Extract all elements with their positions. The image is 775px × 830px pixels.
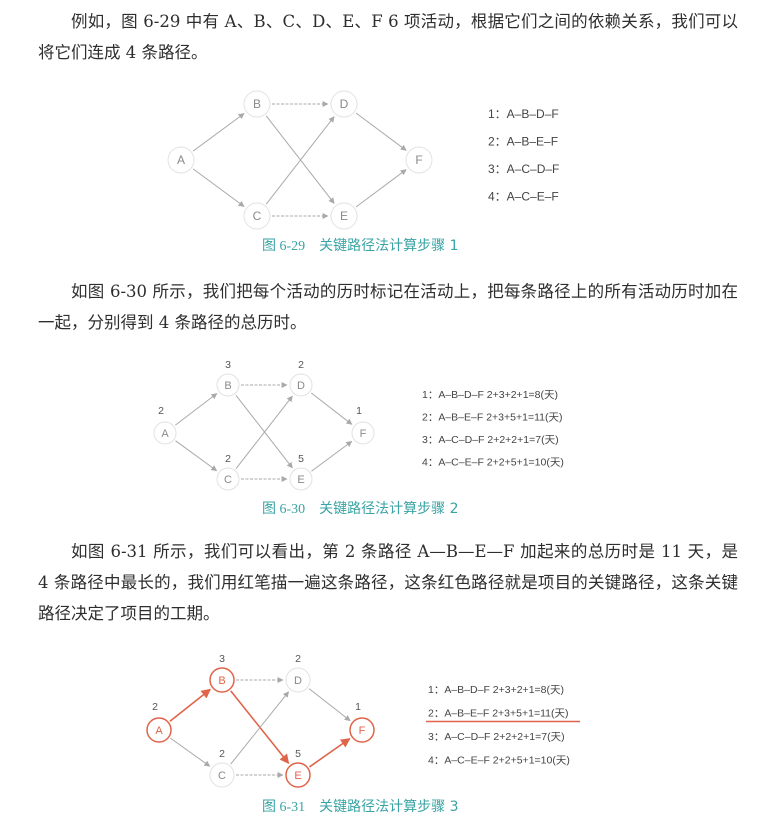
edge-A-B [169,688,212,722]
figure-6-31-diagram: A 2 B 3 C 2 D 2 E 5 F 1 1：A–B–D–F 2+3+2+1=8(天) 2：A–B–… [146,653,580,788]
node-A-label: A [155,725,163,737]
figure-title: 关键路径法计算步骤 3 [319,799,459,815]
node-F-duration: 1 [355,701,361,713]
node-E-duration: 5 [295,748,301,760]
path-list-item: 2：A–B–E–F 2+3+5+1=11(天) [428,708,568,720]
path-list-item: 1：A–B–D–F 2+3+2+1=8(天) [428,684,564,696]
node-D-label: D [294,675,302,687]
path-list-item: 3：A–C–D–F 2+2+2+1=7(天) [428,731,565,743]
node-C-label: C [218,770,226,782]
figure-number: 图 6-31 [262,800,306,815]
node-B-label: B [218,675,225,687]
edge-D-F [308,688,351,722]
edge-A-C [170,737,211,767]
node-A-duration: 2 [152,701,158,713]
node-C-duration: 2 [219,748,225,760]
edge-E-F [308,737,351,768]
node-B-duration: 3 [219,653,225,665]
node-D-duration: 2 [295,653,301,665]
node-E-label: E [294,770,301,782]
figure-6-31-caption: 图 6-31 关键路径法计算步骤 3 [262,796,459,816]
node-F-label: F [359,725,366,737]
path-list-item: 4：A–C–E–F 2+2+5+1=10(天) [428,755,570,767]
